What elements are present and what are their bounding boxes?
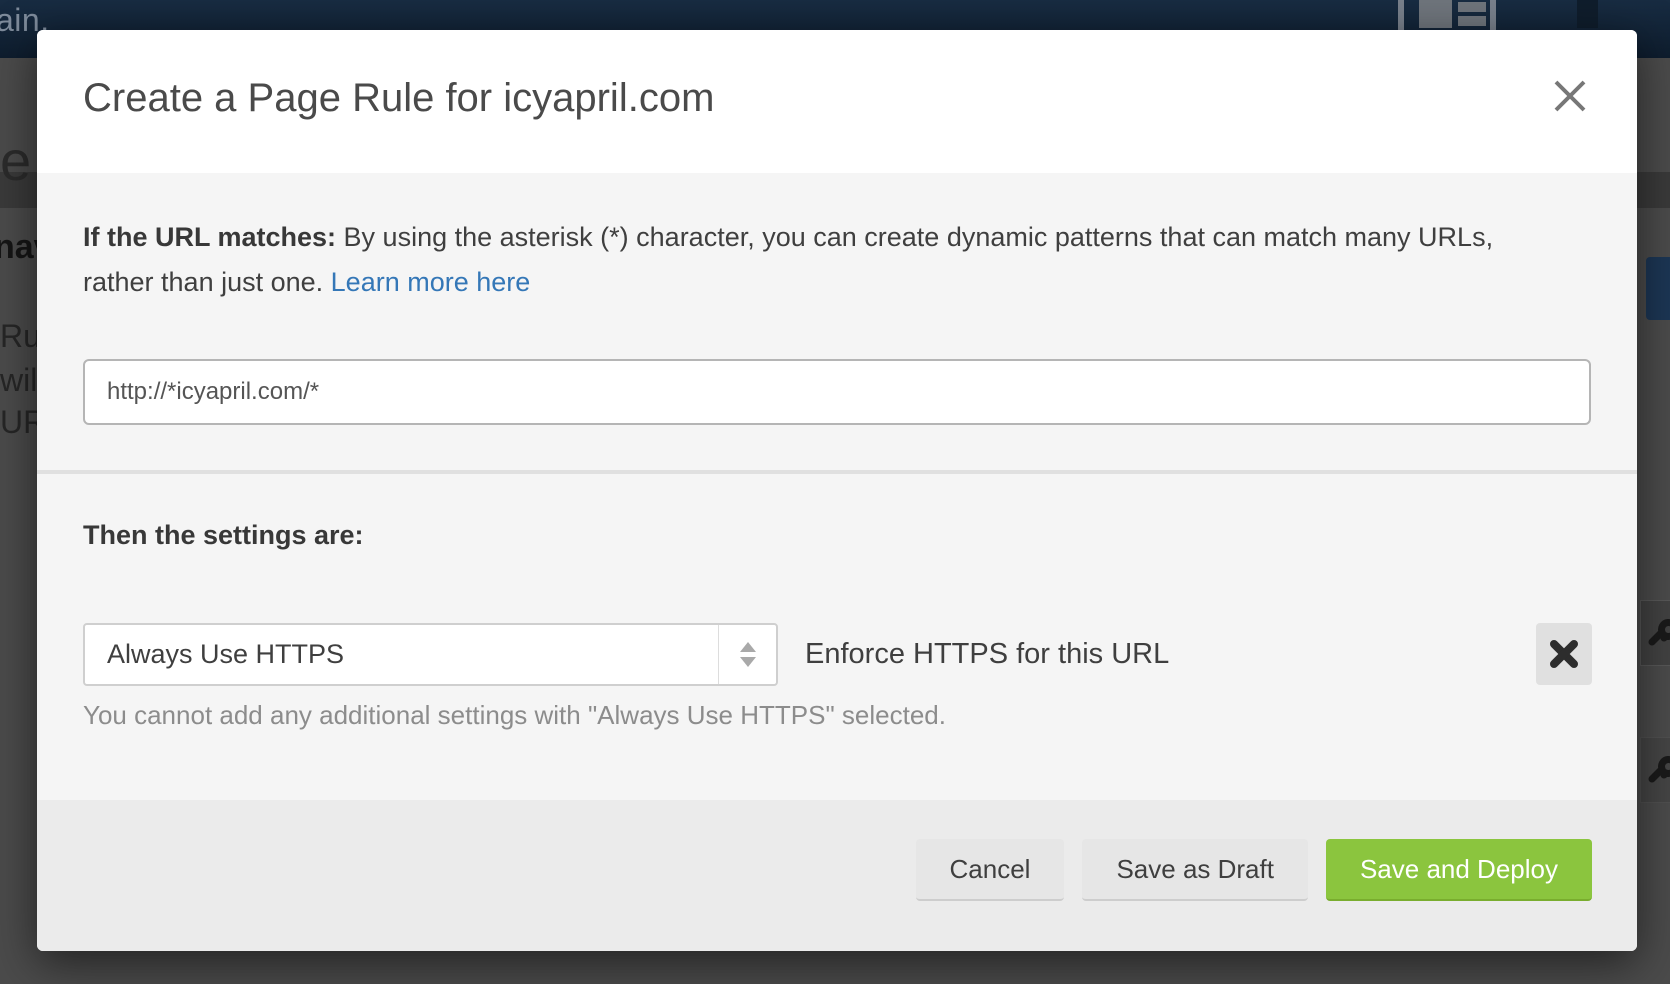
modal-title: Create a Page Rule for icyapril.com bbox=[83, 76, 714, 121]
cancel-button[interactable]: Cancel bbox=[916, 839, 1065, 901]
url-match-label: If the URL matches: bbox=[83, 222, 336, 252]
wrench-icon bbox=[1640, 737, 1670, 803]
url-pattern-input[interactable] bbox=[83, 359, 1591, 425]
setting-description: Enforce HTTPS for this URL bbox=[805, 623, 1169, 686]
save-as-draft-button[interactable]: Save as Draft bbox=[1082, 839, 1308, 901]
chevron-up-icon bbox=[740, 642, 756, 652]
page-heading-fragment: e bbox=[0, 128, 31, 193]
url-match-section: If the URL matches: By using the asteris… bbox=[37, 173, 1637, 470]
setting-select-value: Always Use HTTPS bbox=[85, 639, 718, 670]
x-remove-icon bbox=[1550, 640, 1578, 668]
url-match-paragraph: If the URL matches: By using the asteris… bbox=[83, 215, 1563, 305]
remove-setting-button[interactable] bbox=[1536, 623, 1592, 685]
create-page-rule-modal: Create a Page Rule for icyapril.com If t… bbox=[37, 30, 1637, 951]
chevron-down-icon bbox=[740, 657, 756, 667]
settings-section: Then the settings are: Always Use HTTPS … bbox=[37, 474, 1637, 800]
save-and-deploy-button[interactable]: Save and Deploy bbox=[1326, 839, 1592, 901]
blue-button-fragment bbox=[1646, 257, 1670, 320]
learn-more-link[interactable]: Learn more here bbox=[331, 267, 531, 297]
page-line-fragment: Ru bbox=[0, 318, 41, 355]
modal-footer: Cancel Save as Draft Save and Deploy bbox=[37, 800, 1637, 951]
setting-select[interactable]: Always Use HTTPS bbox=[83, 623, 778, 686]
modal-header: Create a Page Rule for icyapril.com bbox=[37, 30, 1637, 173]
select-stepper-icon[interactable] bbox=[718, 625, 776, 684]
wrench-icon bbox=[1640, 600, 1670, 666]
settings-helper-text: You cannot add any additional settings w… bbox=[83, 700, 946, 731]
close-icon[interactable] bbox=[1548, 74, 1592, 118]
settings-label: Then the settings are: bbox=[83, 520, 364, 551]
